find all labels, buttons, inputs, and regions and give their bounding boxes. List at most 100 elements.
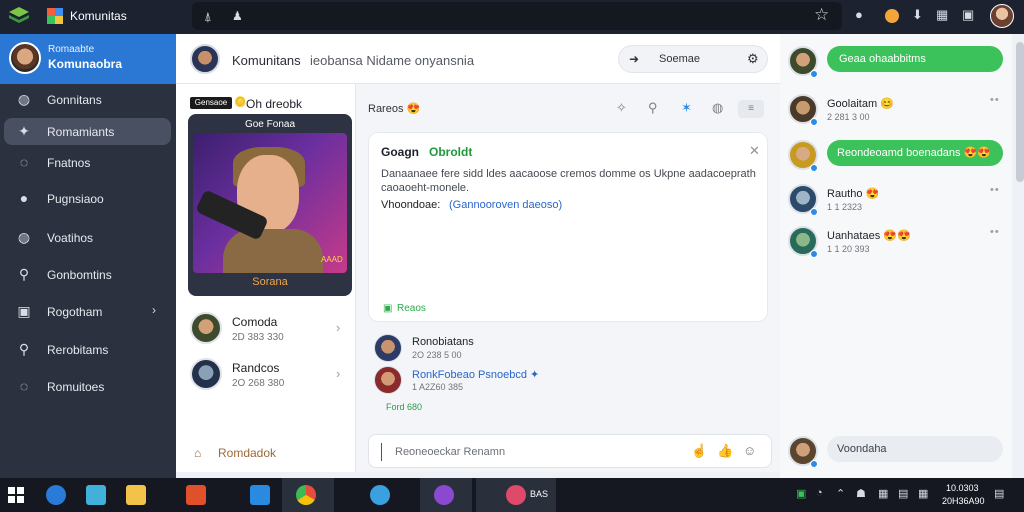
sidebar-item-4[interactable]: ● Pugnsiaoo [4, 185, 171, 212]
arrow-icon: ➜ [629, 52, 640, 66]
search-icon[interactable]: ⚲ [648, 100, 658, 116]
online-dot [810, 208, 818, 216]
rail-item[interactable]: Goolaitam 😊 2 281 3 00 •• [788, 88, 1004, 128]
store-icon[interactable] [86, 485, 106, 505]
search-label: Soemae [659, 53, 700, 65]
tray-keyboard-icon[interactable]: ▤ [898, 487, 908, 500]
profile-avatar[interactable] [9, 42, 41, 74]
folder-icon[interactable] [126, 485, 146, 505]
sidebar-item-1[interactable]: ◍ Gonnitans [4, 86, 171, 113]
footer-link[interactable]: Romdadok [218, 446, 276, 460]
list-avatar [190, 358, 222, 390]
sidebar-item-6[interactable]: ⚲ Gonbomtins [4, 261, 171, 288]
user-icon: ● [19, 190, 29, 206]
composer-placeholder[interactable]: Reoneoeckar Renamn [395, 446, 505, 458]
extension-icon[interactable]: ♟ [232, 9, 243, 23]
list-item[interactable]: Randcos 2O 268 380 › [176, 346, 356, 404]
tray-up-icon[interactable]: ⌃ [836, 487, 845, 500]
edge-icon[interactable] [46, 485, 66, 505]
shield-app-icon [434, 485, 454, 505]
window-title: Komunitas [70, 9, 127, 23]
thumb-icon[interactable]: ☝ [691, 443, 707, 459]
rail-pill[interactable]: Voondaha [827, 436, 1003, 462]
post-card[interactable]: Goagn Obroldt ✕ Danaanaee fere sidd ldes… [368, 132, 768, 322]
comment-row[interactable]: Ronobiatans 2O 238 5 00 [374, 330, 754, 366]
sidebar-item-8[interactable]: ⚲ Rerobitams [4, 336, 171, 363]
left-sidebar: Romaabte Komunaobra ◍ Gonnitans ✦ Romami… [0, 34, 176, 478]
calendar-icon[interactable] [250, 485, 270, 505]
menu-icon[interactable]: ≡ [738, 100, 764, 118]
tray-wifi-icon[interactable]: ◔ [816, 487, 823, 499]
star-icon[interactable]: ☆ [814, 5, 829, 25]
taskbar-app-labeled[interactable]: BAS [476, 478, 556, 512]
rail-pill[interactable]: Geaa ohaabbitms [827, 46, 1003, 72]
community-avatar[interactable] [190, 44, 220, 74]
tray-volume-icon[interactable]: ▦ [918, 487, 928, 500]
sparkle-icon[interactable]: ✧ [616, 100, 627, 116]
taskbar-active-app[interactable] [282, 478, 334, 512]
grid-icon[interactable]: ▦ [936, 7, 948, 23]
sidebar-item-5[interactable]: ◍ Voatihos [4, 224, 171, 251]
rail-pill[interactable]: Reondeoamd boenadans 😍😍 [827, 140, 1003, 166]
card-button[interactable]: Sorana [188, 276, 352, 288]
profile-header[interactable]: Romaabte Komunaobra [0, 34, 176, 84]
tray-green-icon[interactable]: ▣ [796, 487, 806, 500]
mic-icon[interactable]: ● [855, 7, 863, 22]
clock-time[interactable]: 10.0303 [946, 483, 979, 493]
coin-icon[interactable] [885, 9, 899, 23]
windows-start-icon[interactable] [8, 487, 24, 503]
bookmark-icon[interactable]: ⍋ [204, 9, 212, 25]
sidebar-item-3[interactable]: ◌ Fnatnos [4, 149, 171, 176]
app-icon[interactable] [370, 485, 390, 505]
address-bar[interactable]: ⍋ ♟ ☆ [192, 2, 842, 30]
chat-icon: ◌ [19, 378, 29, 394]
star-icon[interactable]: ✶ [681, 100, 692, 116]
comment-row[interactable]: RonkFobeao Psnoebcd ✦ 1 A2Z60 385 [374, 362, 754, 398]
emoji-icon[interactable]: ☺ [743, 443, 756, 458]
clock-date[interactable]: 20H36A90 [942, 496, 985, 506]
featured-card[interactable]: Goe Fonaa AAAD Sorana [188, 114, 352, 296]
window-icon[interactable]: ▣ [962, 7, 974, 23]
like-icon[interactable]: 👍 [717, 443, 733, 459]
sidebar-item-label: Gonnitans [47, 93, 102, 107]
globe-icon: ◍ [17, 229, 31, 245]
gear-icon[interactable]: ⚙ [747, 51, 759, 67]
sidebar-item-7[interactable]: ▣ Rogotham › [4, 298, 171, 325]
shield-icon[interactable]: ◍ [712, 100, 723, 116]
office-icon[interactable] [186, 485, 206, 505]
rail-name: Goolaitam 😊 [827, 98, 894, 110]
scrollbar[interactable] [1016, 42, 1024, 182]
stack-logo-icon[interactable] [8, 6, 30, 26]
sidebar-item-2[interactable]: ✦ Romamiants [4, 118, 171, 145]
tray-network-icon[interactable]: ☗ [856, 487, 866, 500]
sidebar-item-9[interactable]: ◌ Romuitoes [4, 373, 171, 400]
close-icon[interactable]: ✕ [749, 143, 760, 159]
main-feed: Rareos 😍 ✧ ⚲ ✶ ◍ ≡ Goagn Obroldt ✕ Danaa… [356, 84, 780, 472]
card-artwork: AAAD [193, 133, 347, 273]
header-search[interactable]: ➜ Soemae ⚙ [618, 45, 768, 73]
chevron-right-icon: › [152, 303, 156, 317]
search-user-icon: ⚲ [18, 266, 30, 282]
download-icon[interactable]: ⬇ [912, 7, 923, 23]
rail-item[interactable]: Uanhataes 😍😍 1 1 20 393 •• [788, 220, 1004, 260]
rail-item[interactable]: Voondaha [788, 430, 1004, 470]
reply-count[interactable]: Reaos [397, 303, 426, 314]
reply-indicator[interactable]: Ford 680 [386, 402, 422, 412]
taskbar-app[interactable] [420, 478, 472, 512]
tray-grid-icon[interactable]: ▦ [878, 487, 888, 500]
rail-item[interactable]: Geaa ohaabbitms [788, 40, 1004, 80]
more-icon[interactable]: •• [990, 94, 1000, 106]
user-avatar[interactable] [990, 4, 1014, 28]
message-composer[interactable]: Reoneoeckar Renamn ☝ 👍 ☺ [368, 434, 772, 468]
more-icon[interactable]: •• [990, 184, 1000, 196]
more-icon[interactable]: •• [990, 226, 1000, 238]
notification-icon[interactable]: ▤ [994, 487, 1004, 500]
post-link[interactable]: (Gannooroven daeoso) [449, 199, 562, 211]
reply-icon[interactable]: ▣ [383, 303, 392, 314]
rail-item[interactable]: Rautho 😍 1 1 2323 •• [788, 178, 1004, 218]
page-title: Komunitans [232, 53, 301, 68]
home-icon[interactable]: ⌂ [194, 446, 201, 460]
rail-item[interactable]: Reondeoamd boenadans 😍😍 [788, 134, 1004, 174]
list-item-name: Randcos [232, 361, 280, 375]
list-avatar [190, 312, 222, 344]
